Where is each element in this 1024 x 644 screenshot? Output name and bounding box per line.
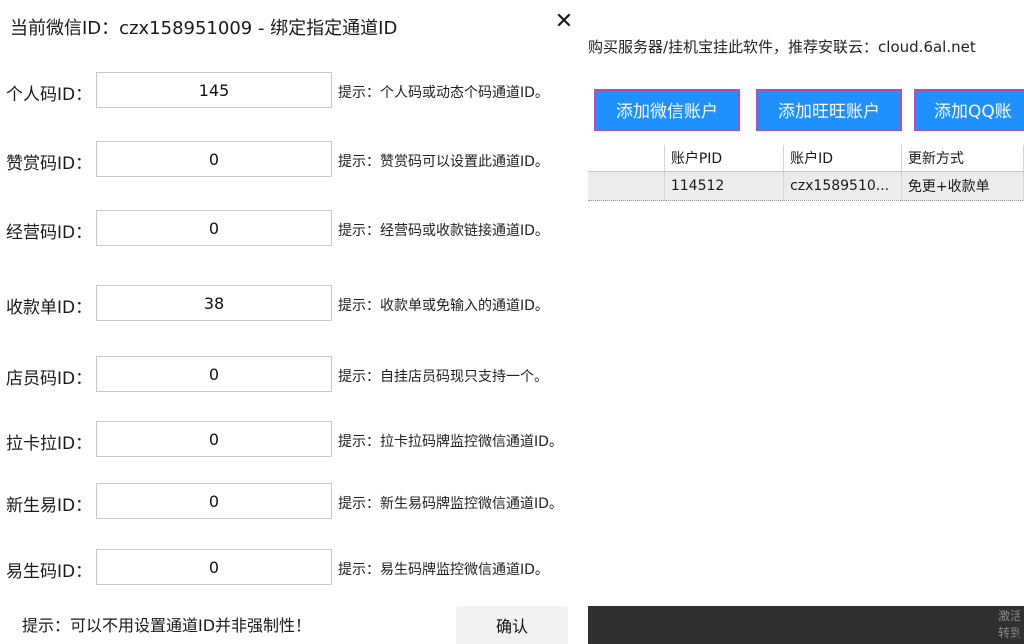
lakala-id-input[interactable]	[96, 421, 332, 457]
yisheng-code-label: 易生码ID：	[6, 562, 93, 582]
dialog-title: 当前微信ID：czx158951009 - 绑定指定通道ID	[10, 18, 398, 39]
reward-code-hint: 提示：赞赏码可以设置此通道ID。	[338, 154, 549, 170]
add-wangwang-account-button[interactable]: 添加旺旺账户	[756, 89, 902, 131]
server-recommendation-notice: 购买服务器/挂机宝挂此软件，推荐安联云：cloud.6al.net	[588, 38, 976, 56]
reward-code-id-input[interactable]	[96, 141, 332, 177]
personal-code-label: 个人码ID：	[6, 85, 93, 105]
clerk-code-label: 店员码ID：	[6, 369, 93, 389]
background-app-window: 购买服务器/挂机宝挂此软件，推荐安联云：cloud.6al.net 添加微信账户…	[588, 0, 1024, 644]
activation-line-1: 激活	[998, 609, 1020, 623]
column-header-update-method[interactable]: 更新方式	[901, 145, 1024, 172]
column-header-account-pid[interactable]: 账户PID	[664, 145, 785, 172]
xinshengyi-hint: 提示：新生易码牌监控微信通道ID。	[338, 496, 563, 512]
business-code-label: 经营码ID：	[6, 223, 93, 243]
bind-channel-id-dialog: 当前微信ID：czx158951009 - 绑定指定通道ID ✕ 个人码ID： …	[0, 0, 588, 644]
personal-code-hint: 提示：个人码或动态个码通道ID。	[338, 85, 549, 101]
xinshengyi-id-input[interactable]	[96, 483, 332, 519]
table-cell-update-method: 免更+收款单	[901, 171, 1024, 201]
table-cell-account-id: czx1589510...	[783, 171, 902, 201]
column-header-blank[interactable]	[588, 145, 665, 172]
confirm-button[interactable]: 确认	[456, 606, 568, 644]
personal-code-id-input[interactable]	[96, 72, 332, 108]
payment-slip-id-input[interactable]	[96, 285, 332, 321]
yisheng-code-id-input[interactable]	[96, 549, 332, 585]
yisheng-code-hint: 提示：易生码牌监控微信通道ID。	[338, 562, 549, 578]
table-row[interactable]: 114512 czx1589510... 免更+收款单	[588, 171, 1024, 201]
close-icon[interactable]: ✕	[552, 10, 576, 34]
business-code-hint: 提示：经营码或收款链接通道ID。	[338, 223, 549, 239]
table-cell-account-pid: 114512	[664, 171, 785, 201]
payment-slip-label: 收款单ID：	[6, 298, 93, 318]
xinshengyi-label: 新生易ID：	[6, 496, 93, 516]
lakala-label: 拉卡拉ID：	[6, 434, 93, 454]
reward-code-label: 赞赏码ID：	[6, 154, 93, 174]
windows-activation-watermark: 激活 转到	[998, 608, 1020, 642]
accounts-table: 账户PID 账户ID 更新方式 114512 czx1589510... 免更+…	[588, 145, 1024, 201]
taskbar: 激活 转到	[588, 606, 1024, 644]
clerk-code-hint: 提示：自挂店员码现只支持一个。	[338, 369, 548, 385]
optional-setting-hint: 提示：可以不用设置通道ID并非强制性！	[22, 616, 312, 635]
business-code-id-input[interactable]	[96, 210, 332, 246]
add-wechat-account-button[interactable]: 添加微信账户	[594, 89, 740, 131]
column-header-account-id[interactable]: 账户ID	[783, 145, 902, 172]
table-cell-blank	[588, 171, 665, 201]
add-qq-account-button[interactable]: 添加QQ账	[914, 89, 1024, 131]
activation-line-2: 转到	[998, 626, 1020, 640]
table-header-row: 账户PID 账户ID 更新方式	[588, 145, 1024, 172]
lakala-hint: 提示：拉卡拉码牌监控微信通道ID。	[338, 434, 563, 450]
clerk-code-id-input[interactable]	[96, 356, 332, 392]
payment-slip-hint: 提示：收款单或免输入的通道ID。	[338, 298, 549, 314]
